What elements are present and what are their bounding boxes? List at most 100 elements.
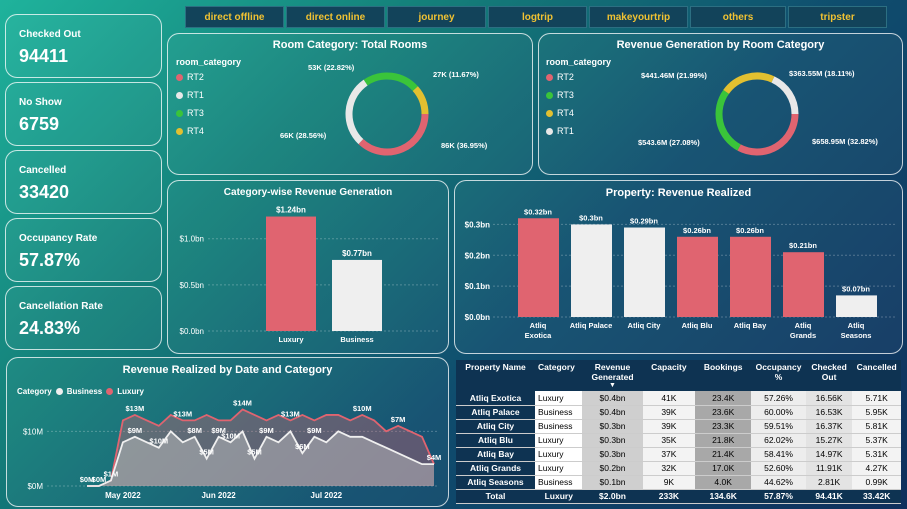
legend-item-rt1[interactable]: RT1 bbox=[176, 90, 204, 100]
table-row[interactable]: Atliq Bay Luxury $0.3bn 37K 21.4K 58.41% 14.97… bbox=[456, 447, 901, 462]
bar-data-label: $0.77bn bbox=[342, 249, 372, 258]
table-row[interactable]: Atliq Grands Luxury $0.2bn 32K 17.0K 52.60% 11… bbox=[456, 461, 901, 476]
room-total-panel: Room Category: Total Rooms room_category… bbox=[167, 33, 533, 175]
legend-item-rt2[interactable]: RT2 bbox=[546, 72, 574, 82]
x-tick-label: Business bbox=[340, 335, 373, 344]
x-tick-label: Atliq bbox=[530, 321, 547, 330]
legend-title: room_category bbox=[546, 57, 612, 67]
cell-capacity: 32K bbox=[642, 461, 696, 476]
data-label-rt1: $363.55M (18.11%) bbox=[789, 69, 855, 78]
bar-property[interactable] bbox=[518, 218, 559, 317]
room-revenue-slice-rt2[interactable] bbox=[737, 113, 799, 156]
table-row[interactable]: Atliq Palace Business $0.4bn 39K 23.6K 60.00%… bbox=[456, 405, 901, 420]
room-total-donut[interactable] bbox=[342, 64, 432, 164]
column-header-revenue[interactable]: Revenue Generated ▼ bbox=[582, 360, 643, 391]
room-total-slice-rt3[interactable] bbox=[363, 72, 418, 92]
bar-property[interactable] bbox=[571, 224, 612, 317]
x-tick-label: Jul 2022 bbox=[311, 491, 343, 500]
cell-property: Atliq Bay bbox=[456, 447, 536, 462]
channel-direct-offline[interactable]: direct offline bbox=[185, 6, 284, 28]
room-revenue-slice-rt3[interactable] bbox=[715, 89, 741, 151]
bar-data-label: $0.3bn bbox=[579, 213, 603, 222]
channel-journey[interactable]: journey bbox=[387, 6, 486, 28]
column-header-capacity[interactable]: Capacity bbox=[642, 360, 696, 391]
cell-capacity: 39K bbox=[642, 419, 696, 434]
room-revenue-donut[interactable] bbox=[712, 64, 802, 164]
cell-category: Luxury bbox=[535, 461, 583, 476]
y-tick-label: $10M bbox=[23, 427, 43, 436]
room-total-slice-rt4[interactable] bbox=[412, 86, 429, 115]
bar-property[interactable] bbox=[677, 236, 718, 317]
channel-makeyourtrip[interactable]: makeyourtrip bbox=[589, 6, 688, 28]
cell-checked-out: 16.37K bbox=[805, 419, 853, 434]
point-data-label: $6M bbox=[295, 442, 310, 451]
channel-tripster[interactable]: tripster bbox=[788, 6, 887, 28]
room-total-slice-rt1[interactable] bbox=[345, 79, 368, 145]
legend-item-rt4[interactable]: RT4 bbox=[546, 108, 574, 118]
cell-occupancy: 58.41% bbox=[751, 447, 806, 462]
cell-occupancy: 57.26% bbox=[751, 391, 806, 406]
data-label-rt1: 66K (28.56%) bbox=[280, 131, 327, 140]
cell-property: Atliq Grands bbox=[456, 461, 536, 476]
cell-property: Atliq City bbox=[456, 419, 536, 434]
cell-occupancy-total: 57.87% bbox=[751, 489, 806, 504]
cell-capacity: 37K bbox=[642, 447, 696, 462]
room-revenue-slice-rt1[interactable] bbox=[771, 76, 799, 115]
cell-capacity: 35K bbox=[642, 433, 696, 448]
category-revenue-panel: Category-wise Revenue Generation $1.0bn $… bbox=[167, 180, 449, 354]
cell-category: Luxury bbox=[535, 447, 583, 462]
column-header-property[interactable]: Property Name bbox=[456, 360, 536, 391]
cell-capacity-total: 233K bbox=[642, 489, 696, 504]
legend-dot bbox=[546, 91, 553, 99]
bar-data-label: $1.24bn bbox=[276, 206, 306, 215]
trend-chart: $10M$0M$0M$0M$1M$13M$9M$10M$13M$8M $9M$10… bbox=[23, 398, 441, 500]
legend-item-rt1[interactable]: RT1 bbox=[546, 126, 574, 136]
cell-category: Business bbox=[535, 405, 583, 420]
room-total-slice-rt2[interactable] bbox=[358, 113, 429, 156]
legend-label: RT4 bbox=[187, 126, 204, 136]
legend-label: RT1 bbox=[187, 90, 204, 100]
channel-direct-online[interactable]: direct online bbox=[286, 6, 385, 28]
cell-cancelled: 5.95K bbox=[852, 405, 901, 420]
column-header-bookings[interactable]: Bookings bbox=[695, 360, 752, 391]
legend-title: Category bbox=[17, 387, 52, 396]
legend-dot bbox=[546, 109, 553, 117]
legend-label-business[interactable]: Business bbox=[67, 387, 103, 396]
legend-label-luxury[interactable]: Luxury bbox=[117, 387, 144, 396]
legend-item-rt3[interactable]: RT3 bbox=[546, 90, 574, 100]
channel-others[interactable]: others bbox=[690, 6, 786, 28]
column-header-label: Revenue Generated bbox=[591, 362, 634, 382]
cell-bookings: 23.4K bbox=[695, 391, 752, 406]
channel-logtrip[interactable]: logtrip bbox=[488, 6, 587, 28]
bar-property[interactable] bbox=[730, 236, 771, 317]
cell-capacity: 39K bbox=[642, 405, 696, 420]
y-tick-label: $0.1bn bbox=[465, 282, 490, 291]
table-row[interactable]: Atliq Blu Luxury $0.3bn 35K 21.8K 62.02% 15.27… bbox=[456, 433, 901, 448]
column-header-checked-out[interactable]: Checked Out bbox=[805, 360, 853, 391]
bar-data-label: $0.26bn bbox=[683, 226, 711, 235]
table-row[interactable]: Atliq Seasons Business $0.1bn 9K 4.0K 44.62% 2… bbox=[456, 475, 901, 490]
cell-capacity: 41K bbox=[642, 391, 696, 406]
x-tick-label-line2: Exotica bbox=[525, 331, 553, 340]
column-header-occupancy[interactable]: Occupancy % bbox=[751, 360, 806, 391]
column-header-category[interactable]: Category bbox=[535, 360, 583, 391]
column-header-cancelled[interactable]: Cancelled bbox=[852, 360, 901, 391]
legend-item-rt4[interactable]: RT4 bbox=[176, 126, 204, 136]
cell-checked-out: 14.97K bbox=[805, 447, 853, 462]
bar-luxury[interactable] bbox=[266, 216, 316, 331]
legend-item-rt2[interactable]: RT2 bbox=[176, 72, 204, 82]
bar-property[interactable] bbox=[836, 295, 877, 317]
bar-property[interactable] bbox=[624, 227, 665, 317]
legend-item-rt3[interactable]: RT3 bbox=[176, 108, 204, 118]
bar-property[interactable] bbox=[783, 252, 824, 317]
x-tick-label-line2: Grands bbox=[790, 331, 816, 340]
table-row[interactable]: Atliq City Business $0.3bn 39K 23.3K 59.51% 16… bbox=[456, 419, 901, 434]
cell-category: Luxury bbox=[535, 391, 583, 406]
bar-business[interactable] bbox=[332, 259, 382, 331]
point-data-label: $7M bbox=[391, 415, 406, 424]
room-revenue-slice-rt4[interactable] bbox=[723, 72, 775, 95]
x-tick-label: Atliq bbox=[795, 321, 812, 330]
table-row[interactable]: Atliq Exotica Luxury $0.4bn 41K 23.4K 57.26% 1… bbox=[456, 391, 901, 406]
x-tick-label-line2: Seasons bbox=[841, 331, 872, 340]
cell-occupancy: 52.60% bbox=[751, 461, 806, 476]
